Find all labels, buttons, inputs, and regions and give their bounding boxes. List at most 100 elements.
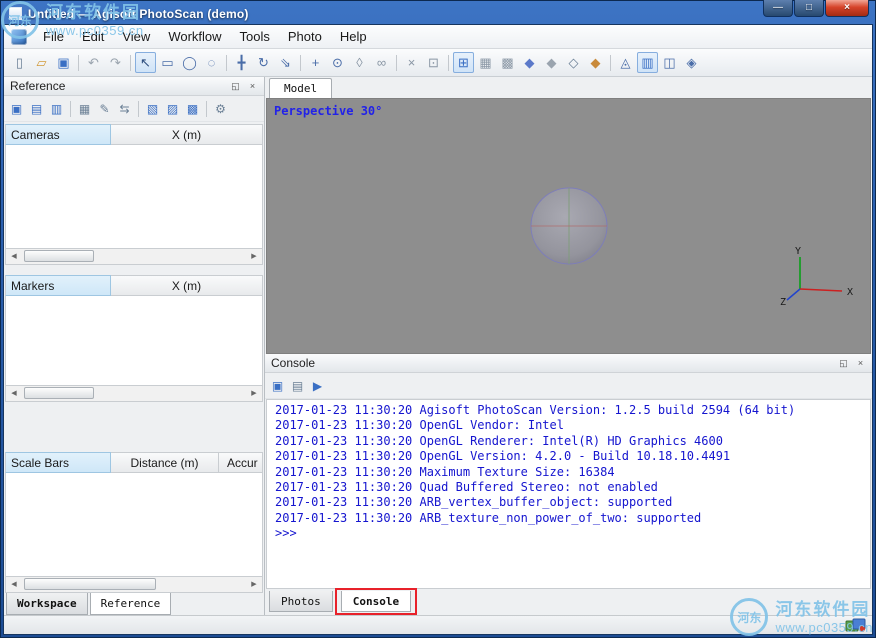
tab-workspace[interactable]: Workspace bbox=[6, 593, 88, 615]
scale-bars-column-header[interactable]: Scale Bars bbox=[5, 452, 111, 473]
close-panel-icon[interactable]: × bbox=[245, 79, 260, 93]
menubar: FileEditViewWorkflowToolsPhotoHelp bbox=[4, 25, 872, 49]
new-project-icon[interactable]: ▯ bbox=[9, 52, 30, 73]
reference-panel-header: Reference ◱ × bbox=[4, 77, 264, 96]
scroll-thumb[interactable] bbox=[24, 387, 94, 399]
rectangle-selection-icon[interactable]: ▭ bbox=[157, 52, 178, 73]
toolbar-separator bbox=[297, 54, 304, 72]
update-transform-icon[interactable]: ✎ bbox=[95, 99, 114, 118]
content-area: Reference ◱ × ▣▤▥▦✎⇆▧▨▩⚙ Cameras X (m) ◀ bbox=[4, 77, 872, 615]
console-line: 2017-01-23 11:30:20 OpenGL Version: 4.2.… bbox=[275, 449, 862, 464]
markers-list[interactable] bbox=[5, 296, 263, 386]
view-estimated-icon[interactable]: ▧ bbox=[143, 99, 162, 118]
scale-bars-hscrollbar[interactable]: ◀ ▶ bbox=[5, 577, 263, 593]
textured-view-icon[interactable]: ◆ bbox=[585, 52, 606, 73]
float-panel-icon[interactable]: ◱ bbox=[228, 79, 243, 93]
open-project-icon[interactable]: ▱ bbox=[31, 52, 52, 73]
show-photos-icon[interactable]: ▥ bbox=[637, 52, 658, 73]
cameras-column-header[interactable]: Cameras bbox=[5, 124, 111, 145]
shaded-view-icon[interactable]: ◆ bbox=[519, 52, 540, 73]
scroll-left-icon[interactable]: ◀ bbox=[6, 386, 22, 400]
convert-reference-icon[interactable]: ▥ bbox=[47, 99, 66, 118]
menu-view[interactable]: View bbox=[113, 25, 159, 48]
scroll-right-icon[interactable]: ▶ bbox=[246, 386, 262, 400]
navigation-mode-icon[interactable]: ◈ bbox=[681, 52, 702, 73]
window-frame: FileEditViewWorkflowToolsPhotoHelp ▯▱▣↶↷… bbox=[3, 24, 873, 635]
menu-items: FileEditViewWorkflowToolsPhotoHelp bbox=[34, 25, 376, 48]
cameras-list[interactable] bbox=[5, 145, 263, 249]
export-log-icon[interactable]: ▤ bbox=[288, 376, 307, 395]
show-cameras-icon[interactable]: ◬ bbox=[615, 52, 636, 73]
dense-cloud-view-icon[interactable]: ▦ bbox=[475, 52, 496, 73]
resize-region-icon[interactable]: ⇘ bbox=[275, 52, 296, 73]
tab-model[interactable]: Model bbox=[269, 78, 332, 98]
scroll-left-icon[interactable]: ◀ bbox=[6, 577, 22, 591]
float-panel-icon[interactable]: ◱ bbox=[836, 356, 851, 370]
distance-column-header[interactable]: Distance (m) bbox=[111, 452, 219, 473]
solid-view-icon[interactable]: ◆ bbox=[541, 52, 562, 73]
cameras-hscrollbar[interactable]: ◀ ▶ bbox=[5, 249, 263, 265]
scale-bars-list[interactable] bbox=[5, 473, 263, 577]
scroll-left-icon[interactable]: ◀ bbox=[6, 249, 22, 263]
magnifier-icon[interactable]: ⊙ bbox=[327, 52, 348, 73]
circle-selection-icon[interactable]: ◯ bbox=[179, 52, 200, 73]
photoscan-window: Untitled — Agisoft PhotoScan (demo) —□× … bbox=[0, 0, 876, 638]
model-viewport[interactable]: Perspective 30° bbox=[266, 98, 871, 354]
menu-photo[interactable]: Photo bbox=[279, 25, 331, 48]
menu-edit[interactable]: Edit bbox=[73, 25, 113, 48]
console-log[interactable]: 2017-01-23 11:30:20 Agisoft PhotoScan Ve… bbox=[266, 399, 871, 589]
markers-column-header[interactable]: Markers bbox=[5, 275, 111, 296]
delete-icon[interactable]: × bbox=[401, 52, 422, 73]
mesh-view-icon[interactable]: ▩ bbox=[497, 52, 518, 73]
app-icon bbox=[11, 29, 27, 45]
tab-reference[interactable]: Reference bbox=[90, 593, 172, 615]
export-reference-icon[interactable]: ▤ bbox=[27, 99, 46, 118]
move-region-icon[interactable]: ╋ bbox=[231, 52, 252, 73]
add-point-icon[interactable]: + bbox=[305, 52, 326, 73]
view-source-icon[interactable]: ▩ bbox=[183, 99, 202, 118]
close-button[interactable]: × bbox=[825, 0, 869, 17]
close-panel-icon[interactable]: × bbox=[853, 356, 868, 370]
save-log-icon[interactable]: ▣ bbox=[268, 376, 287, 395]
minimize-button[interactable]: — bbox=[763, 0, 793, 17]
toolbar-separator bbox=[203, 100, 210, 118]
rotate-region-icon[interactable]: ↻ bbox=[253, 52, 274, 73]
attach-tool-icon[interactable]: ∞ bbox=[371, 52, 392, 73]
stereo-view-icon[interactable]: ◫ bbox=[659, 52, 680, 73]
bottom-tabs: Photos Console bbox=[265, 589, 872, 615]
markers-x-column-header[interactable]: X (m) bbox=[111, 275, 263, 296]
optimize-cameras-icon[interactable]: ▦ bbox=[75, 99, 94, 118]
console-line: 2017-01-23 11:30:20 OpenGL Vendor: Intel bbox=[275, 418, 862, 433]
import-reference-icon[interactable]: ▣ bbox=[7, 99, 26, 118]
undo-icon[interactable]: ↶ bbox=[83, 52, 104, 73]
scroll-thumb[interactable] bbox=[24, 578, 156, 590]
refresh-icon[interactable]: ⇆ bbox=[115, 99, 134, 118]
redo-icon[interactable]: ↷ bbox=[105, 52, 126, 73]
scroll-right-icon[interactable]: ▶ bbox=[246, 249, 262, 263]
titlebar[interactable]: Untitled — Agisoft PhotoScan (demo) —□× bbox=[0, 0, 876, 24]
freeform-selection-icon[interactable]: ◌ bbox=[201, 52, 222, 73]
menu-help[interactable]: Help bbox=[331, 25, 376, 48]
run-script-icon[interactable]: ▶ bbox=[308, 376, 327, 395]
settings-icon[interactable]: ⚙ bbox=[211, 99, 230, 118]
tab-photos[interactable]: Photos bbox=[269, 591, 333, 612]
save-project-icon[interactable]: ▣ bbox=[53, 52, 74, 73]
cameras-x-column-header[interactable]: X (m) bbox=[111, 124, 263, 145]
maximize-button[interactable]: □ bbox=[794, 0, 824, 17]
crop-icon[interactable]: ⊡ bbox=[423, 52, 444, 73]
point-cloud-view-icon[interactable]: ⊞ bbox=[453, 52, 474, 73]
view-errors-icon[interactable]: ▨ bbox=[163, 99, 182, 118]
markers-hscrollbar[interactable]: ◀ ▶ bbox=[5, 386, 263, 402]
scroll-thumb[interactable] bbox=[24, 250, 94, 262]
wireframe-view-icon[interactable]: ◇ bbox=[563, 52, 584, 73]
accuracy-column-header[interactable]: Accur bbox=[219, 452, 263, 473]
menu-tools[interactable]: Tools bbox=[231, 25, 279, 48]
axis-gizmo-icon: Y X Z bbox=[780, 245, 860, 307]
tab-console[interactable]: Console bbox=[341, 591, 411, 612]
navigation-icon[interactable]: ↖ bbox=[135, 52, 156, 73]
console-panel-header: Console ◱ × bbox=[265, 354, 872, 373]
polygon-tool-icon[interactable]: ◊ bbox=[349, 52, 370, 73]
scroll-right-icon[interactable]: ▶ bbox=[246, 577, 262, 591]
menu-file[interactable]: File bbox=[34, 25, 73, 48]
menu-workflow[interactable]: Workflow bbox=[159, 25, 230, 48]
